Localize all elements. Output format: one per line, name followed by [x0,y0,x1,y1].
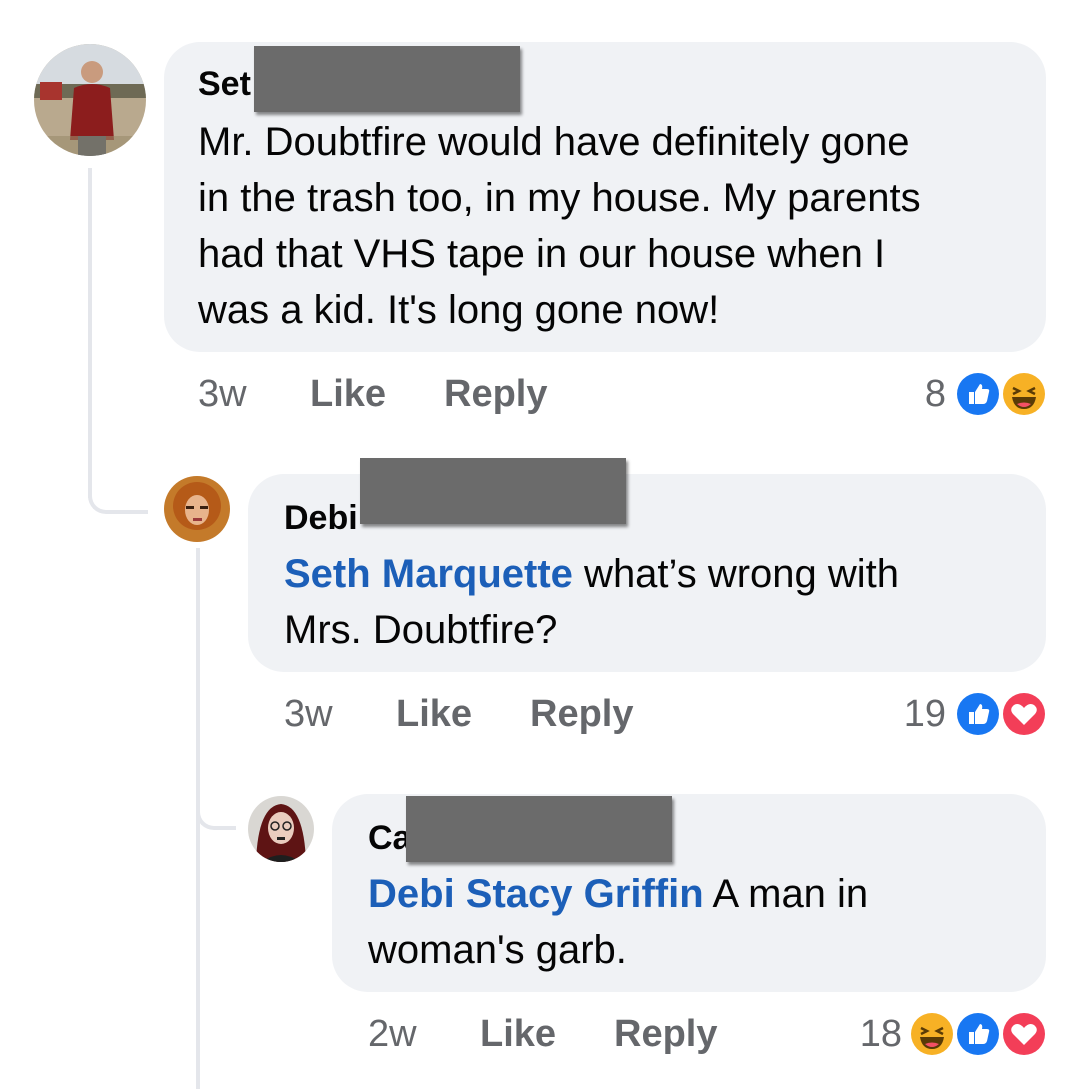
reply-button-3[interactable]: Reply [614,1012,717,1056]
like-icon[interactable] [954,690,1002,738]
comment-text-line: Mrs. Doubtfire? [284,608,558,652]
comment-text-line: Mr. Doubtfire would have definitely gone [198,120,910,164]
reply-button-2[interactable]: Reply [530,692,633,736]
comment-text-line: had that VHS tape in our house when I [198,232,886,276]
like-button-3[interactable]: Like [480,1012,556,1056]
like-icon[interactable] [954,1010,1002,1058]
reaction-count-2[interactable]: 19 [870,692,946,736]
comment-text-line: was a kid. It's long gone now! [198,288,720,332]
avatar-commenter-3[interactable] [248,796,314,862]
redaction-box-1 [254,46,520,112]
comment-text-1: Mr. Doubtfire would have definitely gone… [198,114,1028,338]
mention-link-2[interactable]: Seth Marquette [284,552,573,596]
reaction-count-3[interactable]: 18 [826,1012,902,1056]
reaction-count-1[interactable]: 8 [880,372,946,416]
thread-line-main [88,168,92,498]
comment-text-line: woman's garb. [368,928,627,972]
comment-author-1[interactable]: Set [198,64,251,104]
comment-author-2[interactable]: Debi [284,498,358,538]
redaction-box-2 [360,458,626,524]
avatar-commenter-2[interactable] [164,476,230,542]
haha-icon[interactable] [908,1010,956,1058]
comment-text-line: in the trash too, in my house. My parent… [198,176,921,220]
comment-text-2: Seth Marquette what’s wrong with Mrs. Do… [284,546,1024,658]
comment-time-1[interactable]: 3w [198,372,247,416]
comment-time-3[interactable]: 2w [368,1012,417,1056]
haha-icon[interactable] [1000,370,1048,418]
comment-time-2[interactable]: 3w [284,692,333,736]
comment-text-line: Debi Stacy Griffin A man in [368,866,1028,922]
like-button-1[interactable]: Like [310,372,386,416]
mention-link-3[interactable]: Debi Stacy Griffin [368,872,704,916]
comment-author-3[interactable]: Ca [368,818,411,858]
like-button-2[interactable]: Like [396,692,472,736]
redaction-box-3 [406,796,672,862]
like-icon[interactable] [954,370,1002,418]
comment-text-3: Debi Stacy Griffin A man in woman's garb… [368,866,1028,978]
thread-elbow-1 [88,470,148,514]
avatar-commenter-1[interactable] [34,44,146,156]
reply-button-1[interactable]: Reply [444,372,547,416]
thread-elbow-2 [196,790,236,830]
comment-text-fragment: what’s wrong with [572,552,900,596]
comment-text-fragment: A man in [703,872,869,916]
love-icon[interactable] [1000,1010,1048,1058]
comment-text-line: Seth Marquette what’s wrong with [284,546,1024,602]
love-icon[interactable] [1000,690,1048,738]
